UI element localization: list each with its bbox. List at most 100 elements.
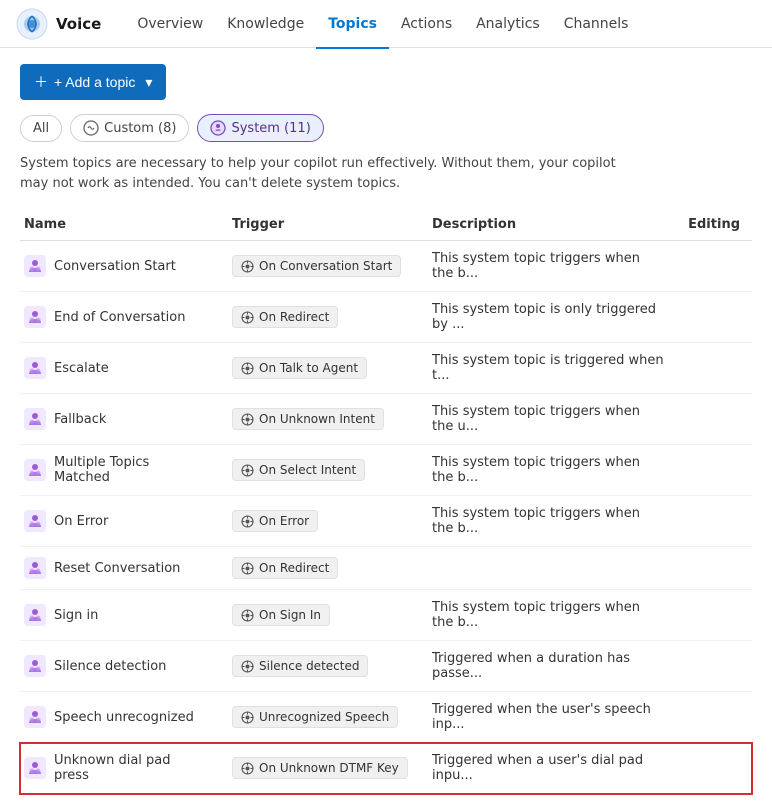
topic-name-cell: Reset Conversation: [20, 547, 220, 590]
add-topic-button[interactable]: ＋ + Add a topic ▾: [20, 64, 166, 100]
topic-name-cell: Conversation Start: [20, 241, 220, 292]
trigger-icon: [241, 362, 254, 375]
topic-trigger-cell: On Talk to Agent: [220, 343, 420, 394]
voice-app-icon: [16, 8, 48, 40]
topic-name-cell: Speech unrecognized: [20, 692, 220, 743]
nav-link-overview[interactable]: Overview: [125, 1, 215, 49]
trigger-icon: [241, 464, 254, 477]
topic-description-cell: Triggered when a user's dial pad inpu...: [420, 743, 676, 794]
nav-link-analytics[interactable]: Analytics: [464, 1, 552, 49]
trigger-icon: [241, 711, 254, 724]
brand-logo: Voice: [16, 8, 101, 40]
topic-name-cell: Multiple Topics Matched: [20, 445, 220, 496]
topic-icon: [24, 604, 46, 626]
topic-icon: [24, 706, 46, 728]
table-row[interactable]: Speech unrecognized Unrecognized Speech …: [20, 692, 752, 743]
brand-name: Voice: [56, 15, 101, 33]
table-row[interactable]: On Error On Error This system topic trig…: [20, 496, 752, 547]
topic-icon: [24, 255, 46, 277]
trigger-icon: [241, 762, 254, 775]
topic-trigger-cell: On Sign In: [220, 590, 420, 641]
topic-editing-cell: [676, 641, 752, 692]
topic-name: Fallback: [54, 412, 106, 427]
filter-custom-label: Custom (8): [104, 121, 176, 136]
topic-description-cell: This system topic triggers when the u...: [420, 394, 676, 445]
topic-editing-cell: [676, 292, 752, 343]
topics-table: Name Trigger Description Editing Convers…: [20, 209, 752, 794]
topic-editing-cell: [676, 547, 752, 590]
topic-description-cell: This system topic is only triggered by .…: [420, 292, 676, 343]
col-header-description: Description: [420, 209, 676, 241]
topic-name-cell: Silence detection: [20, 641, 220, 692]
filter-tabs: All Custom (8) System (11): [20, 114, 752, 142]
topic-trigger-cell: On Unknown Intent: [220, 394, 420, 445]
topic-trigger-cell: Silence detected: [220, 641, 420, 692]
trigger-icon: [241, 515, 254, 528]
trigger-label: On Talk to Agent: [259, 361, 358, 375]
table-row[interactable]: Unknown dial pad press On Unknown DTMF K…: [20, 743, 752, 794]
topic-trigger-cell: On Error: [220, 496, 420, 547]
topic-name: Sign in: [54, 608, 98, 623]
col-header-name: Name: [20, 209, 220, 241]
nav-link-topics[interactable]: Topics: [316, 1, 389, 49]
table-row[interactable]: End of Conversation On Redirect This sys…: [20, 292, 752, 343]
topic-name: Silence detection: [54, 659, 166, 674]
trigger-label: Unrecognized Speech: [259, 710, 389, 724]
topic-trigger-cell: On Select Intent: [220, 445, 420, 496]
trigger-label: On Conversation Start: [259, 259, 392, 273]
topic-icon: [24, 757, 46, 779]
trigger-icon: [241, 609, 254, 622]
topic-icon: [24, 459, 46, 481]
topic-description-cell: Triggered when a duration has passe...: [420, 641, 676, 692]
trigger-label: On Redirect: [259, 310, 329, 324]
trigger-label: Silence detected: [259, 659, 359, 673]
topic-editing-cell: [676, 343, 752, 394]
table-row[interactable]: Conversation Start On Conversation Start…: [20, 241, 752, 292]
trigger-label: On Unknown DTMF Key: [259, 761, 399, 775]
filter-system[interactable]: System (11): [197, 114, 323, 142]
trigger-label: On Unknown Intent: [259, 412, 375, 426]
topic-editing-cell: [676, 743, 752, 794]
top-navigation: Voice OverviewKnowledgeTopicsActionsAnal…: [0, 0, 772, 48]
table-header: Name Trigger Description Editing: [20, 209, 752, 241]
topic-editing-cell: [676, 445, 752, 496]
topic-name-cell: Escalate: [20, 343, 220, 394]
topic-name-cell: Sign in: [20, 590, 220, 641]
topic-name-cell: Unknown dial pad press: [20, 743, 220, 794]
topic-icon: [24, 357, 46, 379]
topic-name: Speech unrecognized: [54, 710, 194, 725]
topic-name-cell: On Error: [20, 496, 220, 547]
nav-link-channels[interactable]: Channels: [552, 1, 641, 49]
table-row[interactable]: Escalate On Talk to Agent This system to…: [20, 343, 752, 394]
add-topic-label: + Add a topic: [54, 74, 135, 90]
table-row[interactable]: Fallback On Unknown Intent This system t…: [20, 394, 752, 445]
nav-link-knowledge[interactable]: Knowledge: [215, 1, 316, 49]
table-row[interactable]: Multiple Topics Matched On Select Intent…: [20, 445, 752, 496]
topic-name: Multiple Topics Matched: [54, 455, 208, 485]
topic-icon: [24, 306, 46, 328]
filter-custom[interactable]: Custom (8): [70, 114, 189, 142]
dropdown-chevron-icon: ▾: [145, 74, 152, 91]
topic-name: Escalate: [54, 361, 109, 376]
nav-link-actions[interactable]: Actions: [389, 1, 464, 49]
topic-trigger-cell: Unrecognized Speech: [220, 692, 420, 743]
topic-description-cell: [420, 547, 676, 590]
topic-trigger-cell: On Conversation Start: [220, 241, 420, 292]
topic-description-cell: This system topic triggers when the b...: [420, 241, 676, 292]
system-filter-icon: [210, 120, 226, 136]
trigger-label: On Select Intent: [259, 463, 356, 477]
topic-icon: [24, 408, 46, 430]
topic-name: End of Conversation: [54, 310, 185, 325]
table-row[interactable]: Silence detection Silence detected Trigg…: [20, 641, 752, 692]
topic-editing-cell: [676, 496, 752, 547]
table-row[interactable]: Sign in On Sign In This system topic tri…: [20, 590, 752, 641]
table-body: Conversation Start On Conversation Start…: [20, 241, 752, 794]
table-row[interactable]: Reset Conversation On Redirect: [20, 547, 752, 590]
topic-icon: [24, 510, 46, 532]
filter-all[interactable]: All: [20, 115, 62, 142]
topic-name-cell: Fallback: [20, 394, 220, 445]
topic-description-cell: This system topic triggers when the b...: [420, 590, 676, 641]
topic-editing-cell: [676, 590, 752, 641]
trigger-label: On Redirect: [259, 561, 329, 575]
info-description: System topics are necessary to help your…: [20, 154, 620, 193]
